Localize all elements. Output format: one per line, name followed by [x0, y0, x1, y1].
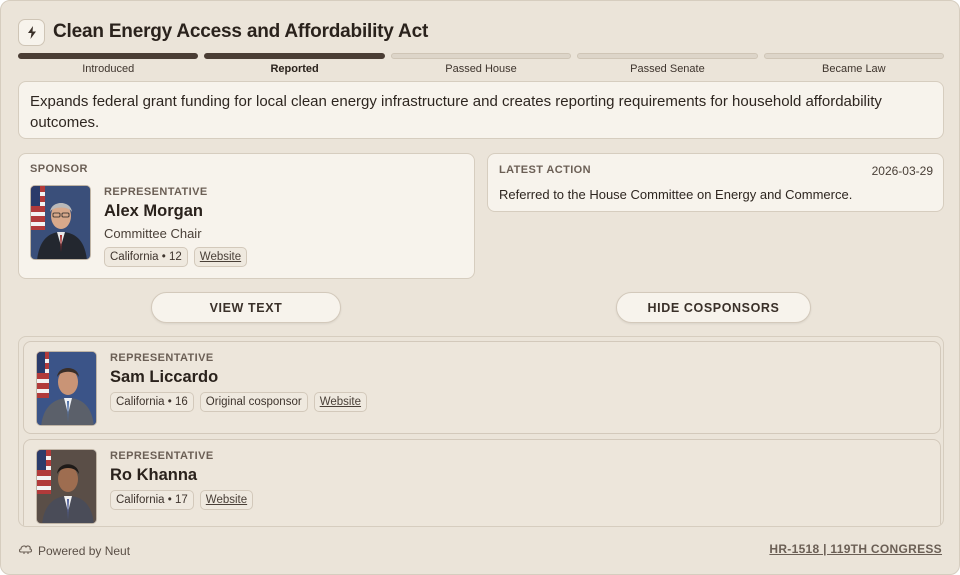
- member-chips: California • 17 Website: [110, 490, 254, 510]
- district-chip: California • 17: [110, 490, 194, 510]
- view-text-button[interactable]: VIEW TEXT: [151, 292, 341, 323]
- member-name: Sam Liccardo: [110, 368, 219, 386]
- member-role: REPRESENTATIVE: [110, 450, 214, 462]
- member-chips: California • 12 Website: [104, 247, 248, 267]
- latest-action-header: LATEST ACTION 2026-03-29: [499, 164, 933, 178]
- stage-bar: [577, 53, 758, 59]
- district-chip: California • 16: [110, 392, 194, 412]
- stage-bar: [390, 53, 572, 59]
- stage-bar: [763, 53, 945, 59]
- member-name: Ro Khanna: [110, 466, 198, 484]
- header: Clean Energy Access and Affordability Ac…: [18, 18, 428, 46]
- avatar: [36, 449, 97, 524]
- latest-action-panel: LATEST ACTION 2026-03-29 Referred to the…: [487, 153, 944, 212]
- stage-label: Reported: [270, 63, 319, 75]
- original-cosponsor-chip: Original cosponsor: [199, 392, 308, 412]
- cosponsor-card: REPRESENTATIVE Sam Liccardo California •…: [23, 341, 941, 434]
- website-link[interactable]: Website: [313, 392, 368, 412]
- avatar: [30, 185, 91, 260]
- latest-action-date: 2026-03-29: [871, 164, 933, 178]
- website-link[interactable]: Website: [199, 490, 254, 510]
- lightning-bolt-icon: [18, 18, 45, 46]
- stage-label: Introduced: [82, 63, 135, 75]
- neut-logo-icon: [18, 543, 33, 558]
- latest-action-caption: LATEST ACTION: [499, 164, 591, 176]
- stage-bar: [18, 53, 199, 59]
- powered-by-text: Powered by Neut: [38, 543, 131, 558]
- sponsor-member: REPRESENTATIVE Alex Morgan Committee Cha…: [30, 185, 248, 267]
- hide-cosponsors-button[interactable]: HIDE COSPONSORS: [616, 292, 811, 323]
- bill-card: Clean Energy Access and Affordability Ac…: [0, 0, 960, 575]
- progress-tracker: Introduced Reported Passed House Passed …: [18, 53, 945, 75]
- sponsor-info: REPRESENTATIVE Alex Morgan Committee Cha…: [104, 185, 248, 267]
- cosponsor-list[interactable]: REPRESENTATIVE Sam Liccardo California •…: [18, 336, 944, 527]
- website-link[interactable]: Website: [193, 247, 248, 267]
- stage-label: Passed House: [445, 63, 517, 75]
- latest-action-text: Referred to the House Committee on Energ…: [499, 187, 853, 202]
- district-chip: California • 12: [104, 247, 188, 267]
- member-role: REPRESENTATIVE: [104, 186, 208, 198]
- stage-reported: Reported: [204, 53, 385, 75]
- stage-label: Became Law: [822, 63, 886, 75]
- bill-title: Clean Energy Access and Affordability Ac…: [53, 21, 429, 42]
- sponsor-caption: SPONSOR: [30, 163, 88, 175]
- avatar: [36, 351, 97, 426]
- cosponsor-member: REPRESENTATIVE Sam Liccardo California •…: [36, 351, 368, 426]
- cosponsor-info: REPRESENTATIVE Sam Liccardo California •…: [110, 351, 368, 426]
- bill-reference-link[interactable]: HR-1518 | 119TH CONGRESS: [769, 542, 942, 556]
- cosponsor-member: REPRESENTATIVE Ro Khanna California • 17…: [36, 449, 254, 524]
- member-name: Alex Morgan: [104, 202, 204, 220]
- stage-became-law: Became Law: [763, 53, 945, 75]
- sponsor-panel: SPONSOR REPRESENTATIVE Alex Morgan Commi…: [18, 153, 475, 279]
- member-title: Committee Chair: [104, 226, 202, 241]
- bill-summary: Expands federal grant funding for local …: [18, 81, 944, 139]
- stage-introduced: Introduced: [18, 53, 199, 75]
- stage-bar: [204, 53, 385, 59]
- cosponsor-card: REPRESENTATIVE Ro Khanna California • 17…: [23, 439, 941, 526]
- cosponsor-info: REPRESENTATIVE Ro Khanna California • 17…: [110, 449, 254, 524]
- stage-passed-senate: Passed Senate: [577, 53, 758, 75]
- member-role: REPRESENTATIVE: [110, 352, 214, 364]
- stage-label: Passed Senate: [630, 63, 705, 75]
- stage-passed-house: Passed House: [390, 53, 572, 75]
- member-chips: California • 16 Original cosponsor Websi…: [110, 392, 368, 412]
- powered-by: Powered by Neut: [18, 543, 131, 558]
